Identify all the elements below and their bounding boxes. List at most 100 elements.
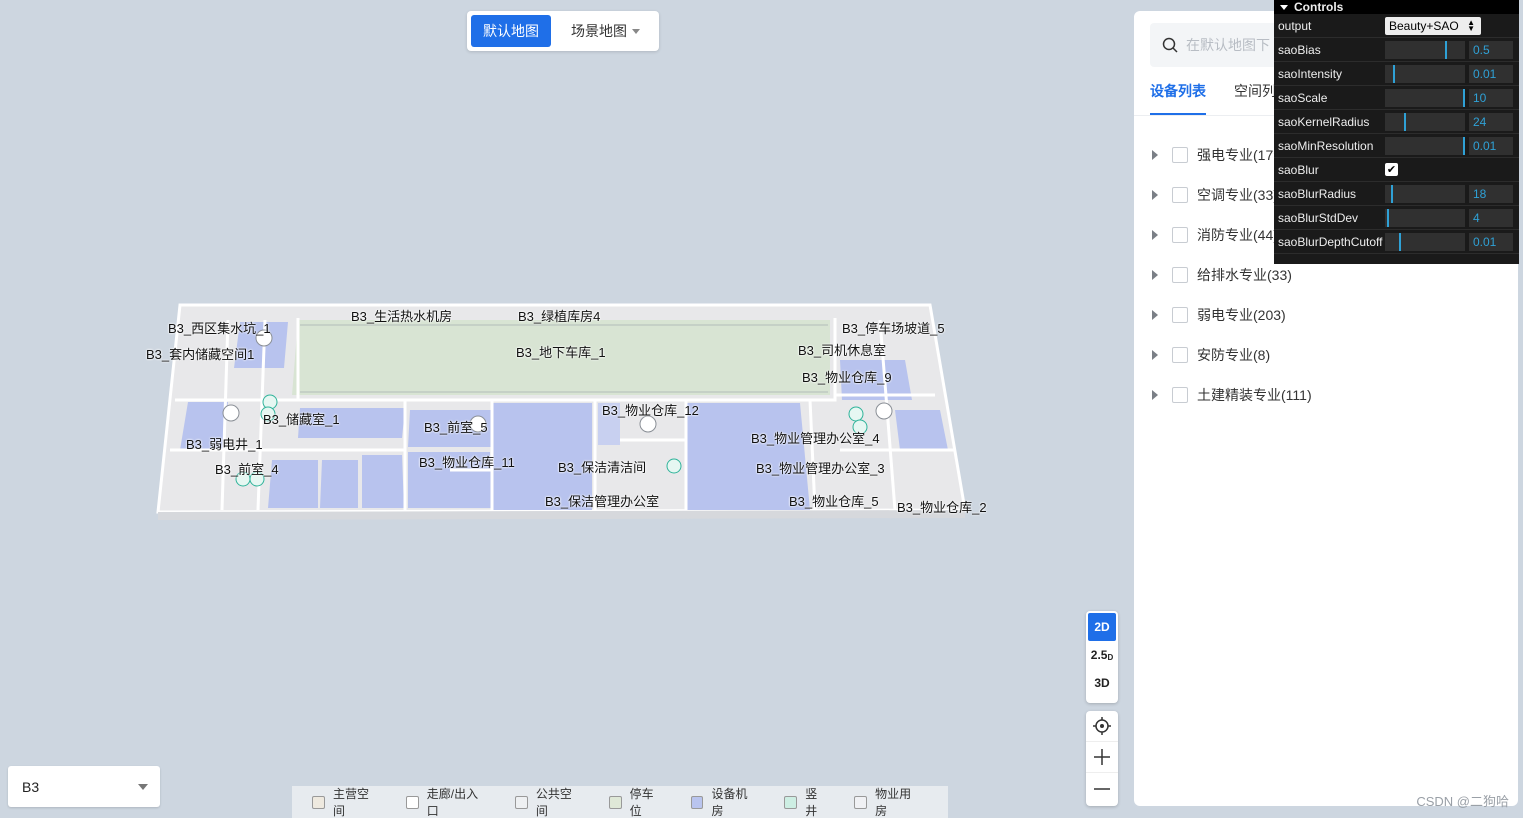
legend-item[interactable]: 停车位 (608, 785, 666, 818)
control-slider[interactable] (1385, 136, 1465, 155)
control-slider[interactable] (1385, 40, 1465, 59)
tree-checkbox[interactable] (1172, 187, 1188, 203)
output-select[interactable]: Beauty+SAO ▲ ▼ (1385, 16, 1481, 35)
legend-item[interactable]: 竖井 (784, 785, 829, 818)
room-label[interactable]: B3_西区集水坑_1 (168, 318, 271, 337)
tree-checkbox[interactable] (1172, 387, 1188, 403)
expand-icon[interactable] (1152, 350, 1158, 360)
plus-icon (1094, 749, 1110, 765)
tree-checkbox[interactable] (1172, 147, 1188, 163)
control-saoBlurRadius: saoBlurRadius 18 (1274, 182, 1519, 206)
control-value-input[interactable]: 0.01 (1469, 232, 1513, 251)
legend-item[interactable]: 主营空间 (312, 785, 381, 818)
room-label[interactable]: B3_弱电井_1 (186, 434, 263, 453)
equipment-room (362, 455, 404, 508)
legend-checkbox[interactable] (514, 795, 528, 809)
expand-icon[interactable] (1152, 150, 1158, 160)
control-slider[interactable] (1385, 112, 1465, 131)
room-label[interactable]: B3_物业仓库_5 (789, 491, 879, 510)
room-label[interactable]: B3_物业管理办公室_4 (751, 428, 880, 447)
tree-checkbox[interactable] (1172, 267, 1188, 283)
legend-checkbox[interactable] (405, 795, 419, 809)
updown-icon: ▲ ▼ (1467, 17, 1475, 33)
floor-plan-drawing[interactable] (0, 0, 1130, 818)
tree-node[interactable]: 安防专业(8) (1152, 335, 1312, 375)
tree-checkbox[interactable] (1172, 347, 1188, 363)
legend-label: 走廊/出入口 (426, 787, 479, 818)
slider-handle[interactable] (1404, 112, 1406, 131)
room-label[interactable]: B3_套内储藏空间1 (146, 344, 254, 363)
tree-node[interactable]: 弱电专业(203) (1152, 295, 1312, 335)
control-value-input[interactable]: 18 (1469, 184, 1513, 203)
locate-button[interactable] (1086, 711, 1118, 742)
floor-map[interactable]: B3_西区集水坑_1 B3_套内储藏空间1 B3_生活热水机房 B3_绿植库房4… (0, 0, 1130, 818)
room-label[interactable]: B3_地下车库_1 (516, 342, 606, 361)
room-label[interactable]: B3_保洁清洁间 (558, 457, 646, 476)
locate-icon (1093, 717, 1111, 735)
controls-title: Controls (1294, 0, 1344, 14)
slider-handle[interactable] (1463, 88, 1465, 107)
room-label[interactable]: B3_物业仓库_9 (802, 367, 892, 386)
slider-handle[interactable] (1399, 232, 1401, 251)
zoom-in-button[interactable] (1086, 742, 1118, 773)
room-label[interactable]: B3_物业仓库_11 (419, 452, 515, 471)
legend-checkbox[interactable] (690, 795, 704, 809)
control-slider[interactable] (1385, 232, 1465, 251)
control-value-input[interactable]: 24 (1469, 112, 1513, 131)
expand-icon[interactable] (1152, 310, 1158, 320)
caret-down-icon (632, 28, 640, 34)
legend-checkbox[interactable] (312, 795, 325, 809)
legend-checkbox[interactable] (854, 795, 868, 809)
control-slider[interactable] (1385, 208, 1465, 227)
space-legend: 主营空间 走廊/出入口 公共空间 停车位 设备机房 竖井 物业用房 (292, 786, 948, 818)
controls-header[interactable]: Controls (1274, 0, 1519, 14)
expand-icon[interactable] (1152, 390, 1158, 400)
legend-item[interactable]: 设备机房 (690, 785, 760, 818)
view-3d-button[interactable]: 3D (1088, 669, 1116, 697)
tree-node[interactable]: 土建精装专业(111) (1152, 375, 1312, 415)
control-slider[interactable] (1385, 64, 1465, 83)
legend-item[interactable]: 走廊/出入口 (405, 785, 490, 818)
room-label[interactable]: B3_物业管理办公室_3 (756, 458, 885, 477)
saoBlur-checkbox[interactable]: ✔ (1385, 163, 1398, 176)
control-value-input[interactable]: 10 (1469, 88, 1513, 107)
room-label[interactable]: B3_生活热水机房 (351, 306, 452, 325)
room-label[interactable]: B3_司机休息室 (798, 340, 886, 359)
legend-label: 公共空间 (535, 787, 572, 818)
room-label[interactable]: B3_保洁管理办公室 (545, 491, 659, 510)
legend-item[interactable]: 物业用房 (854, 785, 923, 818)
tree-checkbox[interactable] (1172, 227, 1188, 243)
legend-checkbox[interactable] (608, 795, 622, 809)
expand-icon[interactable] (1152, 270, 1158, 280)
control-slider[interactable] (1385, 184, 1465, 203)
default-map-button[interactable]: 默认地图 (471, 15, 551, 47)
slider-handle[interactable] (1393, 64, 1395, 83)
slider-handle[interactable] (1445, 40, 1447, 59)
room-label[interactable]: B3_储藏室_1 (263, 409, 340, 428)
floor-select[interactable]: B3 (8, 766, 160, 807)
expand-icon[interactable] (1152, 190, 1158, 200)
slider-handle[interactable] (1463, 136, 1465, 155)
control-slider[interactable] (1385, 88, 1465, 107)
control-value-input[interactable]: 0.01 (1469, 136, 1513, 155)
tab-device-list[interactable]: 设备列表 (1150, 81, 1206, 115)
slider-handle[interactable] (1387, 208, 1389, 227)
legend-item[interactable]: 公共空间 (514, 785, 584, 818)
room-label[interactable]: B3_停车场坡道_5 (842, 318, 945, 337)
slider-handle[interactable] (1391, 184, 1393, 203)
room-label[interactable]: B3_前室_5 (424, 417, 488, 436)
room-label[interactable]: B3_物业仓库_12 (602, 400, 699, 419)
room-label[interactable]: B3_前室_4 (215, 459, 279, 478)
view-2d-button[interactable]: 2D (1088, 613, 1116, 641)
control-value-input[interactable]: 0.5 (1469, 40, 1513, 59)
legend-checkbox[interactable] (784, 795, 798, 809)
control-value-input[interactable]: 0.01 (1469, 64, 1513, 83)
control-value-input[interactable]: 4 (1469, 208, 1513, 227)
room-label[interactable]: B3_物业仓库_2 (897, 497, 987, 516)
expand-icon[interactable] (1152, 230, 1158, 240)
view-25d-button[interactable]: 2.5 D (1088, 641, 1116, 669)
zoom-out-button[interactable] (1086, 773, 1118, 804)
scene-map-dropdown[interactable]: 场景地图 (559, 15, 652, 47)
tree-checkbox[interactable] (1172, 307, 1188, 323)
room-label[interactable]: B3_绿植库房4 (518, 306, 600, 325)
